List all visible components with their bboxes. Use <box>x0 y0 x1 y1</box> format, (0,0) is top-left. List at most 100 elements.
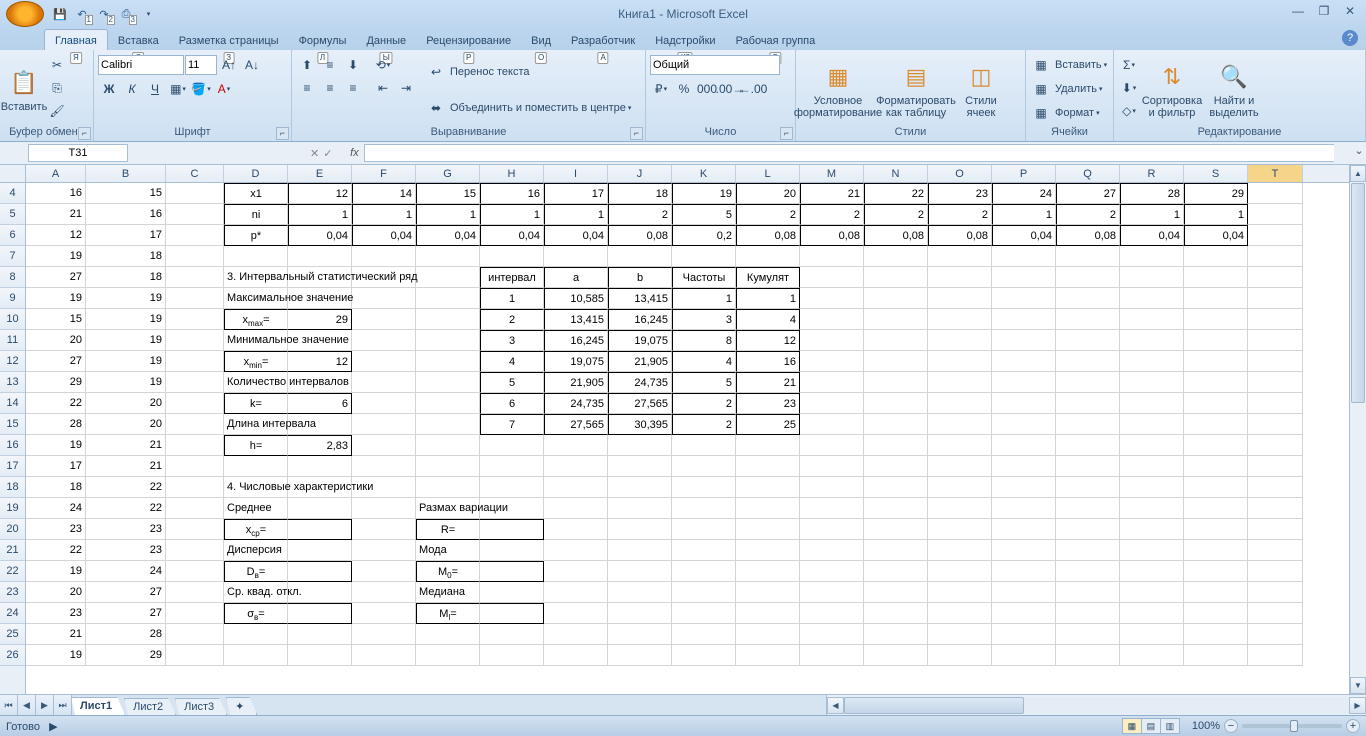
cell-O24[interactable] <box>928 603 992 624</box>
cell-A14[interactable]: 22 <box>26 393 86 414</box>
cell-H18[interactable] <box>480 477 544 498</box>
row-header-15[interactable]: 15 <box>0 414 25 435</box>
cell-Q23[interactable] <box>1056 582 1120 603</box>
cell-I12[interactable]: 19,075 <box>544 351 608 372</box>
cell-L7[interactable] <box>736 246 800 267</box>
cell-F16[interactable] <box>352 435 416 456</box>
col-header-L[interactable]: L <box>736 165 800 182</box>
cell-I9[interactable]: 10,585 <box>544 288 608 309</box>
col-header-F[interactable]: F <box>352 165 416 182</box>
cell-G9[interactable] <box>416 288 480 309</box>
cell-E21[interactable] <box>288 540 352 561</box>
col-header-O[interactable]: O <box>928 165 992 182</box>
cell-N5[interactable]: 2 <box>864 204 928 225</box>
cell-M24[interactable] <box>800 603 864 624</box>
cell-L5[interactable]: 2 <box>736 204 800 225</box>
scroll-left[interactable]: ◀ <box>827 697 844 714</box>
sheet-new[interactable]: ✦ <box>226 697 257 715</box>
cell-K4[interactable]: 19 <box>672 183 736 204</box>
cell-O21[interactable] <box>928 540 992 561</box>
cell-Q13[interactable] <box>1056 372 1120 393</box>
cell-K19[interactable] <box>672 498 736 519</box>
col-header-K[interactable]: K <box>672 165 736 182</box>
indent-inc[interactable]: ⇥ <box>395 77 417 99</box>
cell-Q10[interactable] <box>1056 309 1120 330</box>
vertical-scrollbar[interactable]: ▲ ▼ <box>1349 165 1366 694</box>
cell-C15[interactable] <box>166 414 224 435</box>
cell-L25[interactable] <box>736 624 800 645</box>
cell-J8[interactable]: b <box>608 267 672 288</box>
cell-H25[interactable] <box>480 624 544 645</box>
cell-S5[interactable]: 1 <box>1184 204 1248 225</box>
cell-K21[interactable] <box>672 540 736 561</box>
align-center[interactable]: ≡ <box>319 77 341 99</box>
cell-A5[interactable]: 21 <box>26 204 86 225</box>
cell-P24[interactable] <box>992 603 1056 624</box>
cell-H16[interactable] <box>480 435 544 456</box>
cell-R23[interactable] <box>1120 582 1184 603</box>
cell-E25[interactable] <box>288 624 352 645</box>
cell-A25[interactable]: 21 <box>26 624 86 645</box>
zoom-in[interactable]: + <box>1346 719 1360 733</box>
cell-D14[interactable]: k= <box>224 393 288 414</box>
cell-G4[interactable]: 15 <box>416 183 480 204</box>
number-dialog[interactable]: ⌐ <box>780 127 793 140</box>
cell-P20[interactable] <box>992 519 1056 540</box>
cell-G5[interactable]: 1 <box>416 204 480 225</box>
cell-G12[interactable] <box>416 351 480 372</box>
col-header-S[interactable]: S <box>1184 165 1248 182</box>
cell-I10[interactable]: 13,415 <box>544 309 608 330</box>
cell-C20[interactable] <box>166 519 224 540</box>
cell-S18[interactable] <box>1184 477 1248 498</box>
cell-I16[interactable] <box>544 435 608 456</box>
cell-F15[interactable] <box>352 414 416 435</box>
cell-M6[interactable]: 0,08 <box>800 225 864 246</box>
cell-E12[interactable]: 12 <box>288 351 352 372</box>
cell-T23[interactable] <box>1248 582 1303 603</box>
italic-button[interactable]: К <box>121 78 143 100</box>
grid-body[interactable]: ABCDEFGHIJKLMNOPQRST 1615x11214151617181… <box>26 165 1349 694</box>
col-header-J[interactable]: J <box>608 165 672 182</box>
cell-M19[interactable] <box>800 498 864 519</box>
cell-F20[interactable] <box>352 519 416 540</box>
cell-J6[interactable]: 0,08 <box>608 225 672 246</box>
row-header-4[interactable]: 4 <box>0 183 25 204</box>
cell-K15[interactable]: 2 <box>672 414 736 435</box>
cell-O10[interactable] <box>928 309 992 330</box>
cell-Q26[interactable] <box>1056 645 1120 666</box>
cell-L9[interactable]: 1 <box>736 288 800 309</box>
cell-G17[interactable] <box>416 456 480 477</box>
cell-L16[interactable] <box>736 435 800 456</box>
row-header-18[interactable]: 18 <box>0 477 25 498</box>
shrink-font[interactable]: A↓ <box>241 54 263 76</box>
cell-R26[interactable] <box>1120 645 1184 666</box>
cell-O6[interactable]: 0,08 <box>928 225 992 246</box>
scroll-up[interactable]: ▲ <box>1350 165 1366 182</box>
cell-H26[interactable] <box>480 645 544 666</box>
cell-N13[interactable] <box>864 372 928 393</box>
cell-R10[interactable] <box>1120 309 1184 330</box>
cell-L13[interactable]: 21 <box>736 372 800 393</box>
cell-Q22[interactable] <box>1056 561 1120 582</box>
cell-B14[interactable]: 20 <box>86 393 166 414</box>
cell-G19[interactable]: Размах вариации <box>416 498 480 519</box>
cell-J11[interactable]: 19,075 <box>608 330 672 351</box>
sheet-last[interactable]: ⏭ <box>54 695 72 715</box>
cell-O11[interactable] <box>928 330 992 351</box>
cell-I23[interactable] <box>544 582 608 603</box>
cell-A23[interactable]: 20 <box>26 582 86 603</box>
cell-B7[interactable]: 18 <box>86 246 166 267</box>
cell-Q7[interactable] <box>1056 246 1120 267</box>
cell-T5[interactable] <box>1248 204 1303 225</box>
cell-O15[interactable] <box>928 414 992 435</box>
find-select-button[interactable]: 🔍Найти и выделить <box>1204 54 1264 126</box>
cell-J13[interactable]: 24,735 <box>608 372 672 393</box>
cell-N26[interactable] <box>864 645 928 666</box>
cell-H22[interactable] <box>480 561 544 582</box>
cell-D20[interactable]: xср= <box>224 519 288 540</box>
cell-H4[interactable]: 16 <box>480 183 544 204</box>
cell-N24[interactable] <box>864 603 928 624</box>
cell-N19[interactable] <box>864 498 928 519</box>
cell-T22[interactable] <box>1248 561 1303 582</box>
cell-M23[interactable] <box>800 582 864 603</box>
